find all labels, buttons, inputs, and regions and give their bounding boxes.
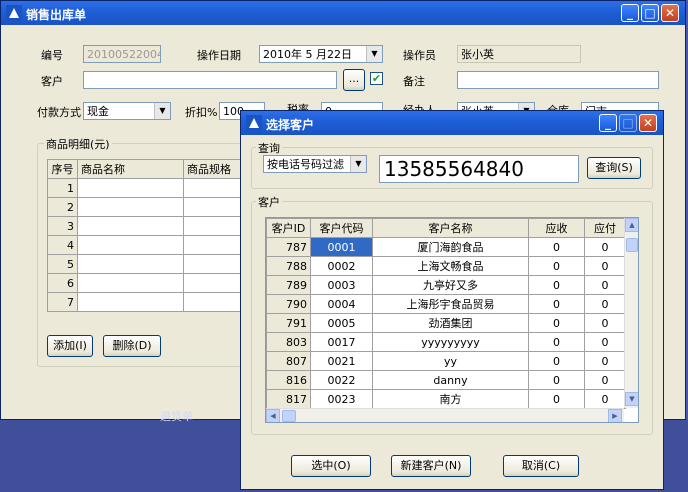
op-date-label: 操作日期 <box>197 49 241 62</box>
col-header-code[interactable]: 客户代码 <box>310 218 373 238</box>
scroll-thumb[interactable] <box>626 238 638 252</box>
doc-no-field[interactable]: 20100522004 <box>83 45 161 63</box>
remark-label: 备注 <box>403 75 425 88</box>
new-customer-button[interactable]: 新建客户(N) <box>391 455 471 477</box>
col-header-name[interactable]: 客户名称 <box>372 218 529 238</box>
vertical-scrollbar[interactable]: ▲ ▼ <box>624 218 638 408</box>
maximize-icon[interactable]: □ <box>641 4 659 22</box>
close-icon[interactable]: ✕ <box>639 114 657 132</box>
table-row[interactable]: 788 0002 上海文畅食品 0 0 <box>266 256 626 276</box>
operator-field: 张小英 <box>457 45 581 63</box>
browse-customer-button[interactable]: ... <box>343 69 365 91</box>
dialog-titlebar[interactable]: 选择客户 _ □ ✕ <box>241 111 663 135</box>
delete-button[interactable]: 删除(D) <box>103 335 161 357</box>
bottom-strip-text: 退货单 <box>160 410 193 423</box>
grid-header-name: 商品名称 <box>77 159 184 179</box>
table-row[interactable]: 803 0017 yyyyyyyyy 0 0 <box>266 332 626 352</box>
query-button[interactable]: 查询(S) <box>587 157 641 179</box>
maximize-icon: □ <box>619 114 637 132</box>
main-window-title: 销售出库单 <box>26 8 87 22</box>
scroll-left-icon[interactable]: ◀ <box>266 409 280 422</box>
app-icon <box>6 5 22 21</box>
minimize-icon[interactable]: _ <box>599 114 617 132</box>
table-row[interactable]: 789 0003 九亭好又多 0 0 <box>266 275 626 295</box>
dialog-title: 选择客户 <box>266 118 315 132</box>
col-header-id[interactable]: 客户ID <box>266 218 311 238</box>
scroll-up-icon[interactable]: ▲ <box>625 218 638 232</box>
table-row[interactable]: 817 0023 南方 0 0 <box>266 389 626 409</box>
discount-label: 折扣% <box>185 106 218 119</box>
scroll-down-icon[interactable]: ▼ <box>625 392 638 406</box>
col-header-pay[interactable]: 应付 <box>584 218 626 238</box>
grid-header-index: 序号 <box>47 159 78 179</box>
op-date-picker[interactable]: 2010年 5 月22日 ▼ <box>259 45 383 63</box>
main-titlebar[interactable]: 销售出库单 _ □ ✕ <box>1 1 685 25</box>
add-button[interactable]: 添加(I) <box>47 335 93 357</box>
filter-select[interactable]: 按电话号码过滤 ▼ <box>263 155 367 173</box>
payment-value: 现金 <box>87 105 109 118</box>
app-icon <box>246 115 262 131</box>
col-header-recv[interactable]: 应收 <box>528 218 585 238</box>
cancel-button[interactable]: 取消(C) <box>503 455 579 477</box>
scroll-right-icon[interactable]: ▶ <box>608 409 622 422</box>
horizontal-scrollbar[interactable]: ◀ ▶ <box>266 408 624 422</box>
select-button[interactable]: 选中(O) <box>291 455 371 477</box>
customer-grid-frame: 客户ID 客户代码 客户名称 应收 应付 787 0001 厦门海韵食品 0 0… <box>265 217 639 423</box>
remark-field[interactable] <box>457 71 659 89</box>
payment-select[interactable]: 现金 ▼ <box>83 102 171 120</box>
customer-field[interactable] <box>83 71 337 89</box>
customer-group-title: 客户 <box>256 194 282 210</box>
doc-no-label: 编号 <box>41 49 63 62</box>
payment-label: 付款方式 <box>37 106 81 119</box>
operator-label: 操作员 <box>403 49 436 62</box>
table-row[interactable]: 790 0004 上海彤宇食品贸易 0 0 <box>266 294 626 314</box>
select-customer-dialog: 选择客户 _ □ ✕ 查询 按电话号码过滤 ▼ 13585564840 查询(S… <box>240 110 664 490</box>
query-input[interactable]: 13585564840 <box>379 155 579 183</box>
chevron-down-icon[interactable]: ▼ <box>366 46 382 62</box>
table-row[interactable]: 807 0021 yy 0 0 <box>266 351 626 371</box>
customer-label: 客户 <box>41 75 63 88</box>
table-row[interactable]: 816 0022 danny 0 0 <box>266 370 626 390</box>
close-icon[interactable]: ✕ <box>661 4 679 22</box>
customer-grid: 客户ID 客户代码 客户名称 应收 应付 787 0001 厦门海韵食品 0 0… <box>266 218 626 409</box>
table-row[interactable]: 787 0001 厦门海韵食品 0 0 <box>266 237 626 257</box>
chevron-down-icon[interactable]: ▼ <box>154 103 170 119</box>
customer-checkbox[interactable]: ✔ <box>370 72 383 85</box>
chevron-down-icon[interactable]: ▼ <box>350 156 366 172</box>
details-group-title: 商品明细(元) <box>44 136 112 152</box>
minimize-icon[interactable]: _ <box>621 4 639 22</box>
op-date-value: 2010年 5 月22日 <box>263 48 352 61</box>
query-group-title: 查询 <box>256 140 282 156</box>
h-scroll-thumb[interactable] <box>282 410 296 422</box>
filter-select-value: 按电话号码过滤 <box>267 158 344 171</box>
table-row[interactable]: 791 0005 劲酒集团 0 0 <box>266 313 626 333</box>
